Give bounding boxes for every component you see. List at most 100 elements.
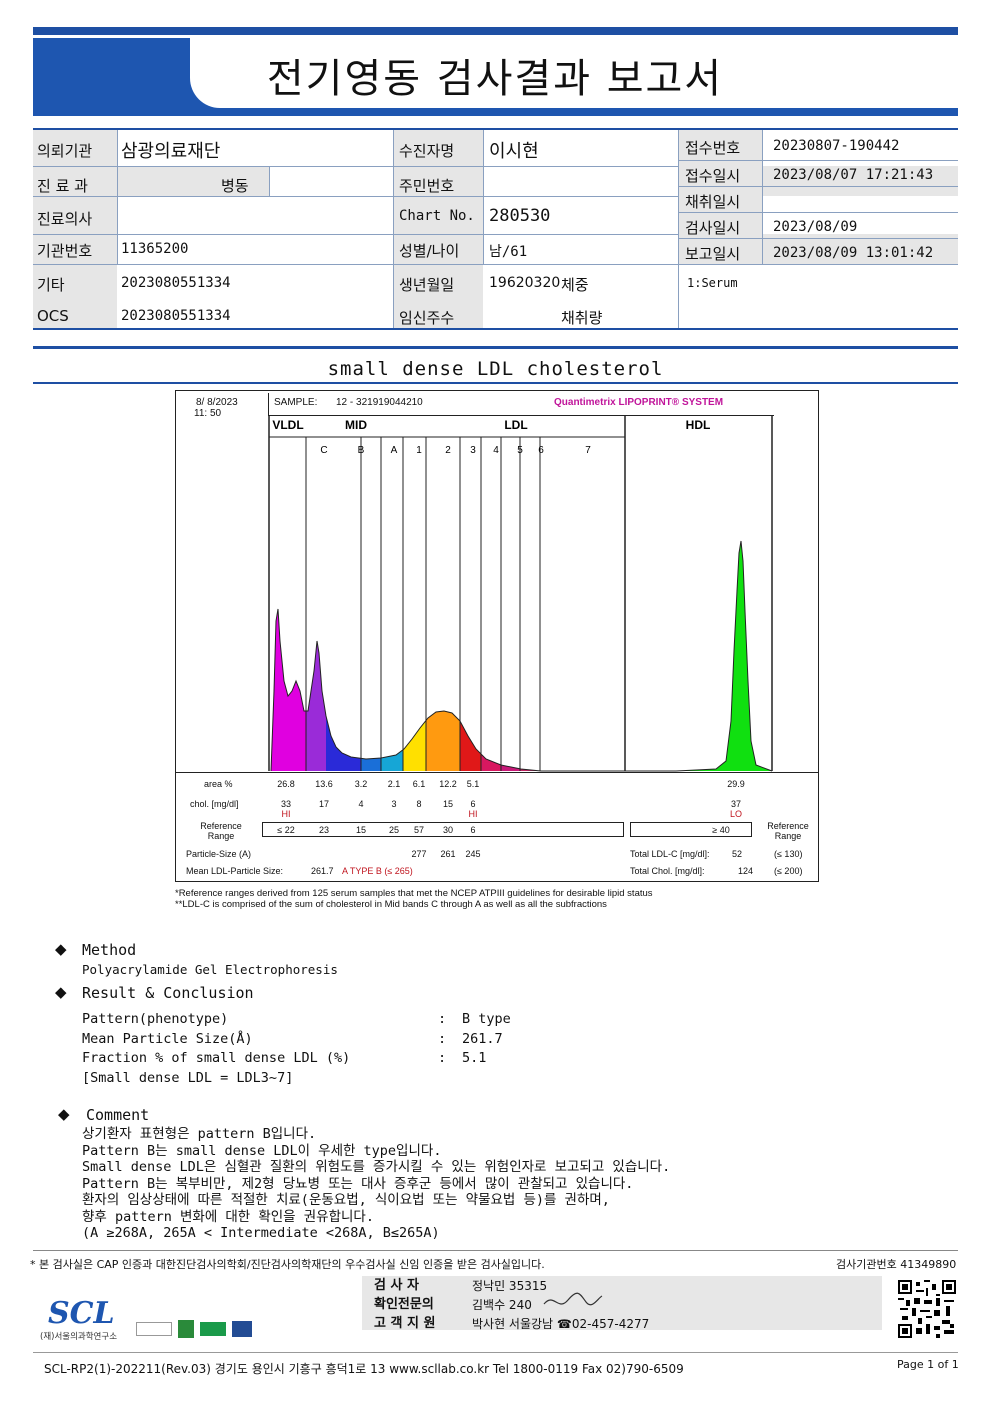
chart-no-value: 280530 [489, 206, 551, 226]
band-label: 3 [470, 445, 476, 456]
comment-text: 상기환자 표현형은 pattern B입니다. Pattern B는 small… [82, 1126, 670, 1242]
etc-label: 기타 [37, 276, 65, 294]
dob-label: 생년월일 [399, 276, 455, 294]
band-group-label: VLDL [272, 418, 303, 432]
chol-cell: 4 [358, 799, 364, 809]
band-fill [540, 541, 625, 771]
result-labels: Pattern(phenotype) Mean Particle Size(Å)… [82, 1010, 350, 1088]
chol-cell: 17 [318, 799, 329, 809]
comment-bullet-icon: ◆ [58, 1105, 70, 1123]
flag-cell: LO [729, 809, 742, 819]
band-label: 1 [416, 445, 422, 456]
comment-line: 환자의 임상상태에 따른 적절한 치료(운동요법, 식이요법 또는 약물요법 등… [82, 1192, 610, 1208]
band-fill [326, 541, 361, 771]
page-title: 전기영동 검사결과 보고서 [266, 56, 724, 102]
chol-label: chol. [mg/dl] [190, 799, 239, 809]
result-title: Result & Conclusion [82, 984, 254, 1002]
chol-cell: 3 [391, 799, 397, 809]
comment-line: Small dense LDL은 심혈관 질환의 위험도를 증가시킬 수 있는 … [82, 1159, 671, 1175]
section-title: small dense LDL cholesterol [33, 346, 958, 384]
total-ldl-ref: (≤ 130) [774, 849, 803, 859]
band-fill [460, 541, 481, 771]
receipt-no-label: 접수번호 [685, 139, 741, 157]
total-chol-value: 124 [738, 866, 754, 876]
area-label: area % [204, 779, 233, 789]
area-cell: 12.2 [439, 779, 457, 789]
ref-cell: ≥ 40 [712, 825, 730, 835]
specimen-value: 1:Serum [687, 276, 738, 290]
ref-cell: ≤ 22 [277, 825, 295, 835]
total-chol-ref: (≤ 200) [774, 866, 803, 876]
area-cell: 3.2 [354, 779, 368, 789]
band-label: 5 [517, 445, 523, 456]
area-cell: 26.8 [277, 779, 295, 789]
sex-age-value: 남/61 [489, 244, 528, 260]
chol-cell: 6 [470, 799, 476, 809]
method-bullet-icon: ◆ [55, 940, 67, 958]
footer-address-line: SCL-RP2(1)-202211(Rev.03) 경기도 용인시 기흥구 흥덕… [44, 1362, 684, 1376]
mean-size-label: Mean LDL-Particle Size: [186, 866, 284, 876]
band-label: 2 [445, 445, 451, 456]
band-label: 7 [585, 445, 591, 456]
ocs-value: 2023080551334 [121, 308, 231, 324]
qr-code-icon [898, 1280, 956, 1338]
report-dt-label: 보고일시 [685, 245, 741, 263]
comment-line: 상기환자 표현형은 pattern B입니다. [82, 1126, 317, 1142]
contact-value: 박사현 서울강남 ☎02-457-4277 [472, 1317, 650, 1331]
pregnancy-label: 임신주수 [399, 309, 455, 327]
method-text: Polyacrylamide Gel Electrophoresis [82, 962, 338, 977]
particle-size-cell: 245 [465, 849, 481, 859]
result-bullet-icon: ◆ [55, 983, 67, 1001]
confirm-label: 확인전문의 [374, 1297, 434, 1312]
ocs-label: OCS [37, 307, 69, 325]
comment-line: 향후 pattern 변화에 대한 확인을 권유합니다. [82, 1208, 374, 1225]
lipoprint-chart: 8/ 8/2023 11: 50 SAMPLE: 12 - 3219190442… [175, 390, 819, 882]
total-ldl-value: 52 [732, 849, 743, 859]
accreditation-logos-icon [136, 1318, 256, 1340]
footnote-1: *Reference ranges derived from 125 serum… [175, 888, 653, 899]
method-title: Method [82, 941, 137, 959]
receipt-dt-value: 2023/08/07 17:21:43 [773, 167, 934, 183]
ref-range-right-label: Reference Range [767, 821, 809, 841]
collect-label: 채취일시 [685, 193, 741, 211]
area-cell: 13.6 [315, 779, 333, 789]
band-label: B [358, 445, 365, 456]
footnotes: *Reference ranges derived from 125 serum… [175, 888, 653, 910]
band-fill [520, 541, 540, 771]
signatory-labels: 검 사 자 확인전문의 고 객 지 원 [374, 1276, 435, 1333]
chart-no-label: Chart No. [399, 208, 475, 224]
doctor-label: 진료의사 [37, 210, 93, 228]
report-dt-value: 2023/08/09 13:01:42 [773, 245, 934, 261]
inst-no-value: 11365200 [121, 241, 189, 257]
footnote-2: **LDL-C is comprised of the sum of chole… [175, 899, 607, 910]
area-cell: 29.9 [727, 779, 745, 789]
total-chol-label: Total Chol. [mg/dl]: [630, 866, 705, 876]
flag-cell: HI [468, 809, 478, 819]
page-number: Page 1 of 1 [897, 1358, 959, 1371]
receipt-dt-label: 접수일시 [685, 167, 741, 185]
patient-info-table: 의뢰기관 삼광의료재단 진 료 과 병동 진료의사 기관번호 11365200 … [33, 128, 958, 330]
band-fill [361, 541, 381, 771]
total-ldl-label: Total LDL-C [mg/dl]: [630, 849, 710, 859]
test-dt-value: 2023/08/09 [773, 219, 858, 235]
cert-note: * 본 검사실은 CAP 인증과 대한진단검사의학회/진단검사의학재단의 우수검… [30, 1258, 545, 1271]
signature-icon [543, 1292, 603, 1306]
band-label: A [391, 445, 398, 456]
result-value-pattern: B type [462, 1011, 511, 1027]
result-note: [Small dense LDL = LDL3~7] [82, 1069, 294, 1086]
comment-title: Comment [86, 1106, 150, 1124]
contact-label: 고 객 지 원 [374, 1316, 436, 1331]
result-value-fraction: 5.1 [462, 1050, 487, 1066]
result-label-pattern: Pattern(phenotype) [82, 1011, 229, 1027]
patient-value: 이시현 [489, 141, 539, 162]
mean-size-note: A TYPE B (≤ 265) [342, 866, 413, 876]
ref-cell: 6 [470, 825, 476, 835]
dept-label: 진 료 과 [37, 177, 88, 195]
dept-value: 병동 [221, 177, 249, 195]
scl-logo: SCL [48, 1296, 115, 1331]
chol-cell: 8 [416, 799, 422, 809]
area-cell: 5.1 [466, 779, 480, 789]
receipt-no-value: 20230807-190442 [773, 138, 900, 154]
result-label-fraction: Fraction % of small dense LDL (%) [82, 1050, 351, 1066]
particle-size-cell: 261 [440, 849, 456, 859]
